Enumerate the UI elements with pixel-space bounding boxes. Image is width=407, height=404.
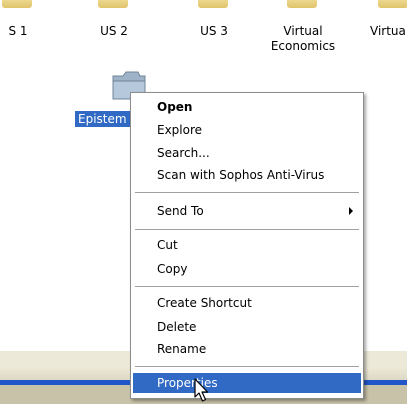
desktop-icon-label-us2[interactable]: US 2 xyxy=(90,24,138,39)
menu-item-create-shortcut[interactable]: Create Shortcut xyxy=(133,293,361,313)
context-menu: Open Explore Search... Scan with Sophos … xyxy=(130,92,364,399)
desktop-icon-label-s1[interactable]: S 1 xyxy=(0,24,38,39)
menu-item-open[interactable]: Open xyxy=(133,97,361,117)
menu-item-explore[interactable]: Explore xyxy=(133,120,361,140)
folder-icon[interactable] xyxy=(98,0,128,8)
folder-icon[interactable] xyxy=(2,0,32,8)
desktop-icon-label-virtual[interactable]: Virtua xyxy=(370,24,407,39)
menu-item-send-to[interactable]: Send To xyxy=(133,201,361,221)
desktop-icon-label-virtual-economics[interactable]: Virtual Economics xyxy=(264,24,342,54)
desktop-icon-label-us3[interactable]: US 3 xyxy=(190,24,238,39)
folder-icon[interactable] xyxy=(287,0,317,8)
menu-item-rename[interactable]: Rename xyxy=(133,339,361,359)
menu-item-delete[interactable]: Delete xyxy=(133,317,361,337)
pointer-cursor-icon xyxy=(194,378,209,402)
menu-separator xyxy=(135,366,359,367)
submenu-arrow-icon xyxy=(349,207,353,215)
menu-item-label: Send To xyxy=(157,204,204,218)
menu-item-search[interactable]: Search... xyxy=(133,143,361,163)
menu-separator xyxy=(135,286,359,287)
menu-item-scan-sophos[interactable]: Scan with Sophos Anti-Virus xyxy=(133,165,361,185)
menu-item-copy[interactable]: Copy xyxy=(133,259,361,279)
folder-icon[interactable] xyxy=(378,0,407,8)
selected-folder-label[interactable]: Epistem xyxy=(75,111,135,127)
menu-item-properties[interactable]: Properties xyxy=(133,373,361,393)
menu-separator xyxy=(135,192,359,193)
desktop: S 1 US 2 US 3 Virtual Economics Virtua E… xyxy=(0,0,407,404)
label-line: Virtual xyxy=(283,24,323,38)
folder-icon[interactable] xyxy=(198,0,228,8)
menu-separator xyxy=(135,229,359,230)
label-line: Economics xyxy=(270,39,336,53)
menu-item-cut[interactable]: Cut xyxy=(133,235,361,255)
